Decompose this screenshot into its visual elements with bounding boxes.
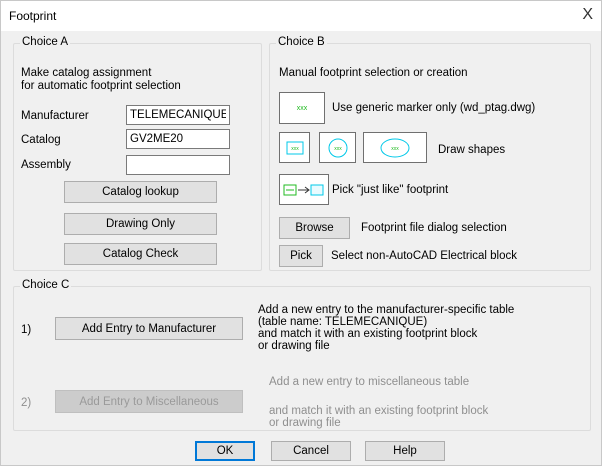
- item1-desc-line2: (table name: TELEMECANIQUE): [258, 316, 428, 328]
- draw-rectangle-shape-button[interactable]: xxx: [279, 132, 310, 163]
- circle-shape-text: xxx: [334, 146, 342, 152]
- item1-desc-line4: or drawing file: [258, 340, 330, 352]
- help-button[interactable]: Help: [365, 441, 445, 461]
- ellipse-shape-icon: xxx: [380, 138, 410, 157]
- catalog-label: Catalog: [21, 134, 61, 146]
- catalog-check-button[interactable]: Catalog Check: [64, 243, 217, 265]
- add-entry-manufacturer-button[interactable]: Add Entry to Manufacturer: [55, 317, 243, 340]
- draw-shapes-label: Draw shapes: [438, 144, 506, 156]
- drawing-only-button[interactable]: Drawing Only: [64, 213, 217, 235]
- choice-a-legend: Choice A: [20, 36, 71, 48]
- just-like-footprint-button[interactable]: [279, 174, 329, 205]
- choice-b-desc: Manual footprint selection or creation: [279, 67, 468, 79]
- ellipse-shape-text: xxx: [391, 146, 399, 152]
- ok-button[interactable]: OK: [195, 441, 255, 461]
- rectangle-shape-icon: xxx: [286, 141, 303, 154]
- pick-desc: Select non-AutoCAD Electrical block: [331, 250, 517, 262]
- pick-button[interactable]: Pick: [279, 245, 323, 267]
- choice-a-desc-line2: for automatic footprint selection: [21, 80, 181, 92]
- cancel-button[interactable]: Cancel: [271, 441, 351, 461]
- add-entry-miscellaneous-button[interactable]: Add Entry to Miscellaneous: [55, 390, 243, 413]
- item1-desc-line3: and match it with an existing footprint …: [258, 328, 478, 340]
- draw-circle-shape-button[interactable]: xxx: [319, 132, 356, 163]
- choice-b-legend: Choice B: [276, 36, 327, 48]
- draw-ellipse-shape-button[interactable]: xxx: [363, 132, 427, 163]
- item2-desc-line2: and match it with an existing footprint …: [269, 405, 489, 417]
- catalog-lookup-button[interactable]: Catalog lookup: [64, 181, 217, 203]
- catalog-field[interactable]: [126, 129, 230, 149]
- footprint-dialog: Footprint X Choice A Make catalog assign…: [0, 0, 602, 466]
- circle-shape-icon: xxx: [328, 138, 347, 157]
- item2-number: 2): [21, 397, 32, 409]
- close-icon[interactable]: X: [582, 6, 593, 24]
- generic-marker-button[interactable]: xxx: [279, 92, 325, 124]
- window-title: Footprint: [9, 9, 57, 23]
- item1-number: 1): [21, 324, 32, 336]
- browse-desc: Footprint file dialog selection: [361, 222, 507, 234]
- item1-desc-line1: Add a new entry to the manufacturer-spec…: [258, 304, 515, 316]
- item2-desc-line1: Add a new entry to miscellaneous table: [269, 376, 470, 388]
- choice-a-desc-line1: Make catalog assignment: [21, 67, 152, 79]
- assembly-label: Assembly: [21, 159, 71, 171]
- choice-c-legend: Choice C: [20, 279, 72, 291]
- manufacturer-field[interactable]: [126, 105, 230, 125]
- generic-marker-icon: xxx: [296, 104, 308, 112]
- just-like-arrow-icon: [283, 184, 324, 195]
- just-like-label: Pick "just like" footprint: [332, 184, 449, 196]
- manufacturer-label: Manufacturer: [21, 110, 89, 122]
- item2-desc-line3: or drawing file: [269, 417, 341, 429]
- rectangle-shape-text: xxx: [291, 146, 299, 152]
- assembly-field[interactable]: [126, 155, 230, 175]
- browse-button[interactable]: Browse: [279, 217, 350, 239]
- title-bar: Footprint X: [1, 1, 601, 31]
- generic-marker-label: Use generic marker only (wd_ptag.dwg): [332, 102, 536, 114]
